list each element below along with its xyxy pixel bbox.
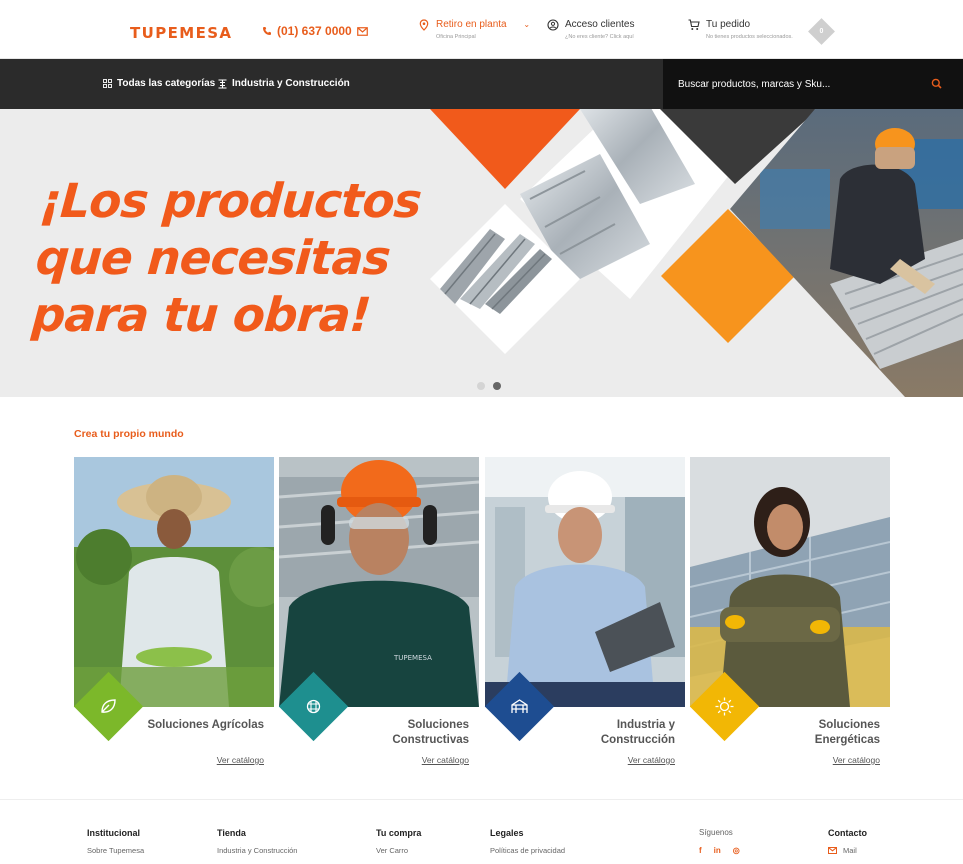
pickup-label: Retiro en planta	[436, 19, 507, 30]
facebook-icon[interactable]: f	[699, 846, 702, 855]
phone-link[interactable]: (01) 637 0000	[262, 24, 368, 38]
phone-icon	[263, 27, 271, 35]
footer-link[interactable]: Sobre Tupemesa	[87, 846, 144, 855]
mail-icon	[828, 847, 837, 854]
cart-label: Tu pedido	[706, 19, 751, 30]
carousel-dot-2[interactable]	[493, 382, 501, 390]
all-categories-label: Todas las categorías	[117, 78, 216, 89]
footer-heading: Síguenos	[699, 828, 733, 837]
catalog-link[interactable]: Ver catálogo	[628, 755, 675, 765]
logo[interactable]: TUPEMESA	[130, 24, 232, 42]
hero-line-1: ¡Los productos	[38, 174, 423, 229]
client-access-label: Acceso clientes	[565, 19, 635, 30]
footer-mail-link[interactable]: Mail	[828, 846, 867, 855]
chevron-down-icon: ⌄	[523, 20, 531, 29]
cart-summary[interactable]: Tu pedido No tienes productos selecciona…	[688, 18, 793, 41]
footer-link[interactable]: Industria y Construcción	[217, 846, 297, 855]
search-input[interactable]	[678, 75, 918, 93]
footer-heading: Contacto	[828, 828, 867, 838]
social-links: f in ◎	[699, 846, 740, 855]
cart-count-badge[interactable]: 0	[808, 18, 835, 45]
beam-icon	[218, 78, 227, 89]
carousel-dot-1[interactable]	[477, 382, 485, 390]
mail-icon	[356, 26, 368, 36]
grid-menu-icon	[103, 79, 112, 88]
structure-icon	[511, 699, 528, 713]
section-title: Crea tu propio mundo	[74, 428, 184, 440]
footer-link[interactable]: Políticas de privacidad	[490, 846, 565, 855]
catalog-link[interactable]: Ver catálogo	[833, 755, 880, 765]
main-nav: Todas las categorías Industria y Constru…	[0, 59, 963, 109]
footer-tienda: Tienda Industria y Construcción	[217, 828, 297, 855]
carousel-dots	[477, 382, 501, 390]
hero-line-2: que necesitas	[34, 231, 392, 286]
card-industry[interactable]: Industria y Construcción Ver catálogo	[484, 457, 685, 769]
hero-line-3: para tu obra!	[30, 288, 373, 343]
footer-contacto: Contacto Mail	[828, 828, 867, 855]
nav-industry-construction[interactable]: Industria y Construcción	[218, 78, 350, 89]
industry-label: Industria y Construcción	[232, 78, 350, 89]
sun-icon	[715, 697, 734, 716]
footer-heading: Legales	[490, 828, 524, 838]
footer-link[interactable]: Ver Carro	[376, 846, 421, 855]
cart-sublabel: No tienes productos seleccionados.	[706, 34, 793, 40]
page: TUPEMESA (01) 637 0000 Retiro en planta …	[0, 0, 963, 864]
user-icon	[547, 19, 559, 31]
footer-legales: Legales Políticas de privacidad	[490, 828, 565, 855]
card-title: Soluciones Energéticas	[814, 719, 880, 746]
constructive-photo: TUPEMESA	[279, 457, 479, 707]
footer: Institucional Sobre Tupemesa Tienda Indu…	[0, 799, 963, 864]
grid-icon	[306, 699, 321, 714]
footer-institucional: Institucional Sobre Tupemesa	[87, 828, 144, 855]
hero-banner[interactable]: ¡Los productos que necesitas para tu obr…	[0, 109, 963, 397]
card-constructive[interactable]: TUPEMESA Soluciones Constructivas Ver ca…	[278, 457, 479, 769]
catalog-link[interactable]: Ver catálogo	[217, 755, 264, 765]
search-icon[interactable]	[930, 77, 944, 91]
footer-heading: Tienda	[217, 828, 246, 838]
footer-siguenos: Síguenos f in ◎	[699, 828, 740, 855]
card-title: Soluciones Constructivas	[392, 719, 469, 746]
pickup-sublabel: Oficina Principal	[436, 34, 476, 40]
agricultural-photo	[74, 457, 274, 707]
client-access[interactable]: Acceso clientes ¿No eres cliente? Click …	[547, 18, 634, 41]
card-title: Industria y Construcción	[600, 719, 675, 746]
energy-photo	[690, 457, 890, 707]
card-title: Soluciones Agrícolas	[147, 719, 264, 731]
leaf-icon	[101, 699, 116, 713]
footer-heading: Institucional	[87, 828, 141, 838]
instagram-icon[interactable]: ◎	[733, 846, 740, 855]
card-energy[interactable]: Soluciones Energéticas Ver catálogo	[689, 457, 890, 769]
footer-compra: Tu compra Ver Carro	[376, 828, 421, 855]
svg-text:TUPEMESA: TUPEMESA	[393, 654, 432, 662]
client-access-sublabel: ¿No eres cliente? Click aquí	[565, 34, 634, 40]
hero-headline: ¡Los productos que necesitas para tu obr…	[30, 173, 423, 344]
pickup-selector[interactable]: Retiro en planta ⌄ Oficina Principal	[418, 18, 530, 41]
linkedin-icon[interactable]: in	[714, 846, 721, 855]
footer-heading: Tu compra	[376, 828, 422, 838]
cart-icon	[688, 19, 700, 30]
industry-photo	[485, 457, 685, 707]
phone-number: (01) 637 0000	[277, 24, 352, 38]
all-categories-menu[interactable]: Todas las categorías	[103, 78, 215, 89]
top-header: TUPEMESA (01) 637 0000 Retiro en planta …	[0, 0, 963, 59]
location-pin-icon	[419, 19, 429, 31]
catalog-link[interactable]: Ver catálogo	[422, 755, 469, 765]
card-agricultural[interactable]: Soluciones Agrícolas Ver catálogo	[73, 457, 274, 769]
search-box	[663, 59, 963, 109]
